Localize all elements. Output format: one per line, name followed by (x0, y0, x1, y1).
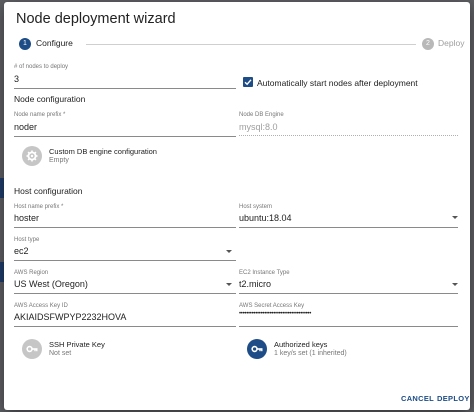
host-type-underline (14, 260, 236, 261)
deployment-dialog: Node deployment wizard 1 Configure 2 Dep… (4, 2, 470, 410)
instance-type-label: EC2 Instance Type (239, 270, 290, 276)
aws-region-underline (14, 293, 236, 294)
ssh-key-title[interactable]: SSH Private Key (49, 340, 105, 349)
host-system-select[interactable]: ubuntu:18.04 (239, 213, 292, 223)
node-config-heading: Node configuration (14, 94, 86, 104)
instance-type-select[interactable]: t2.micro (239, 279, 271, 289)
host-type-select[interactable]: ec2 (14, 246, 29, 256)
db-engine-label: Node DB Engine (239, 112, 284, 118)
node-name-prefix-input[interactable]: noder (14, 122, 37, 132)
node-name-prefix-label: Node name prefix * (14, 112, 66, 118)
gear-icon (26, 150, 38, 162)
secret-key-underline (239, 326, 458, 327)
db-engine-select: mysql:8.0 (239, 122, 278, 132)
node-name-prefix-underline (14, 136, 236, 137)
authorized-keys-subtitle: 1 key/s set (1 inherited) (274, 350, 347, 357)
authorized-keys-button[interactable] (247, 339, 267, 359)
step-2-indicator[interactable]: 2 (422, 38, 434, 50)
custom-db-config-subtitle: Empty (49, 157, 69, 164)
chevron-down-icon[interactable] (226, 250, 232, 253)
stepper: 1 Configure 2 Deploy (16, 36, 464, 52)
host-config-heading: Host configuration (14, 186, 83, 196)
chevron-down-icon[interactable] (452, 283, 458, 286)
stepper-connector (86, 44, 416, 45)
auto-start-checkbox[interactable] (243, 77, 253, 87)
step-2-label[interactable]: Deploy (438, 38, 464, 48)
check-icon (244, 79, 252, 86)
access-key-input[interactable]: AKIAIDSFWPYP2232HOVA (14, 312, 126, 322)
step-1-label[interactable]: Configure (36, 38, 73, 48)
aws-region-label: AWS Region (14, 270, 49, 276)
key-icon (26, 345, 38, 353)
host-system-label: Host system (239, 204, 273, 210)
auto-start-label[interactable]: Automatically start nodes after deployme… (257, 78, 418, 88)
dialog-title: Node deployment wizard (16, 11, 176, 27)
aws-region-select[interactable]: US West (Oregon) (14, 279, 88, 289)
access-key-label: AWS Access Key ID (14, 303, 68, 309)
custom-db-config-title[interactable]: Custom DB engine configuration (49, 147, 157, 156)
access-key-underline (14, 326, 236, 327)
node-count-underline (14, 88, 236, 89)
host-name-prefix-underline (14, 227, 236, 228)
step-1-indicator[interactable]: 1 (19, 38, 31, 50)
host-system-underline (239, 227, 458, 228)
chevron-down-icon[interactable] (452, 216, 458, 219)
deploy-button[interactable]: DEPLOY (437, 394, 470, 403)
ssh-key-button[interactable] (22, 339, 42, 359)
secret-key-input[interactable]: •••••••••••••••••••••••••••••••••••••••• (239, 311, 311, 317)
db-engine-underline (239, 135, 458, 136)
key-icon (251, 345, 263, 353)
chevron-down-icon[interactable] (226, 283, 232, 286)
ssh-key-subtitle: Not set (49, 350, 72, 357)
host-name-prefix-label: Host name prefix * (14, 204, 64, 210)
secret-key-label: AWS Secret Access Key (239, 303, 305, 309)
cancel-button[interactable]: CANCEL (401, 394, 434, 403)
authorized-keys-title[interactable]: Authorized keys (274, 340, 327, 349)
instance-type-underline (239, 293, 458, 294)
custom-db-config-button[interactable] (22, 146, 42, 166)
node-count-label: # of nodes to deploy (14, 64, 69, 70)
node-count-input[interactable]: 3 (14, 74, 236, 84)
host-type-label: Host type (14, 237, 40, 243)
host-name-prefix-input[interactable]: hoster (14, 213, 39, 223)
